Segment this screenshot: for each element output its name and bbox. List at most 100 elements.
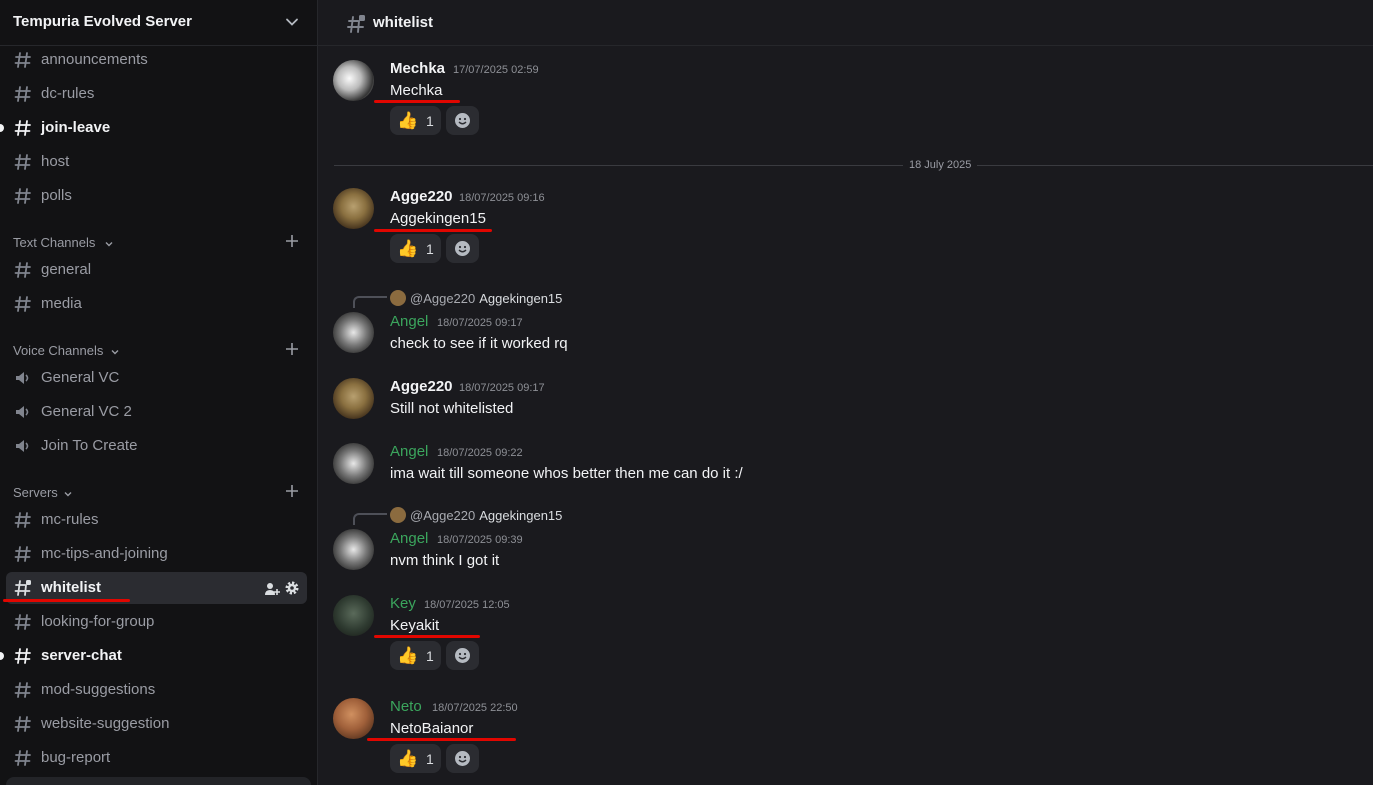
message-text: Still not whitelisted <box>390 400 514 417</box>
thumbs-up-icon: 👍 <box>397 111 419 130</box>
channel-label: host <box>41 153 70 170</box>
channel-label: General VC 2 <box>41 403 132 420</box>
message-author[interactable]: Neto <box>390 698 422 715</box>
message-text: Aggekingen15 <box>390 210 486 227</box>
reaction-thumbs-up[interactable]: 👍 1 <box>390 106 441 135</box>
channel-label: mc-tips-and-joining <box>41 545 168 562</box>
voice-channel-join-to-create[interactable]: Join To Create <box>6 430 307 462</box>
message-author[interactable]: Key <box>390 595 416 612</box>
message-text: check to see if it worked rq <box>390 335 568 352</box>
chevron-down-icon[interactable] <box>285 15 299 29</box>
avatar[interactable] <box>333 443 374 484</box>
channel-label: Join To Create <box>41 437 138 454</box>
category-voice-channels[interactable]: Voice Channels <box>13 343 303 361</box>
add-member-icon[interactable] <box>264 581 280 597</box>
mini-avatar <box>390 507 406 523</box>
message-timestamp: 18/07/2025 09:22 <box>437 447 523 459</box>
unread-indicator <box>0 652 4 660</box>
thumbs-up-icon: 👍 <box>397 239 419 258</box>
channel-mod-suggestions[interactable]: mod-suggestions <box>6 674 307 706</box>
gear-icon[interactable] <box>284 580 300 596</box>
message-text: nvm think I got it <box>390 552 500 569</box>
avatar[interactable] <box>333 378 374 419</box>
message-author[interactable]: Agge220 <box>390 188 453 205</box>
hash-lock-icon <box>347 15 365 33</box>
plus-icon[interactable] <box>285 484 299 498</box>
message-timestamp: 18/07/2025 09:17 <box>459 382 545 394</box>
annotation-underline <box>374 100 460 103</box>
channel-label: looking-for-group <box>41 613 155 630</box>
channel-looking-for-group[interactable]: looking-for-group <box>6 606 307 638</box>
unread-indicator <box>0 124 4 132</box>
channel-label: announcements <box>41 51 148 68</box>
smiley-icon <box>455 113 470 128</box>
add-reaction-button[interactable] <box>446 234 479 263</box>
channel-media[interactable]: media <box>6 288 307 320</box>
add-reaction-button[interactable] <box>446 106 479 135</box>
add-reaction-button[interactable] <box>446 744 479 773</box>
avatar[interactable] <box>333 60 374 101</box>
channel-website-suggestion[interactable]: website-suggestion <box>6 708 307 740</box>
message-timestamp: 18/07/2025 09:39 <box>437 534 523 546</box>
channel-join-leave[interactable]: join-leave <box>0 112 307 144</box>
message-author[interactable]: Angel <box>390 313 428 330</box>
hash-icon <box>14 296 31 312</box>
smiley-icon <box>455 241 470 256</box>
hash-icon <box>14 86 31 102</box>
channel-dc-rules[interactable]: dc-rules <box>6 78 307 110</box>
voice-channel-general-vc-2[interactable]: General VC 2 <box>6 396 307 428</box>
message-author[interactable]: Agge220 <box>390 378 453 395</box>
add-reaction-button[interactable] <box>446 641 479 670</box>
channel-mc-rules[interactable]: mc-rules <box>6 504 307 536</box>
plus-icon[interactable] <box>285 342 299 356</box>
chevron-down-icon <box>64 492 72 497</box>
hash-icon <box>14 120 31 136</box>
plus-icon[interactable] <box>285 234 299 248</box>
channel-polls[interactable]: polls <box>6 180 307 212</box>
channel-mc-tips-and-joining[interactable]: mc-tips-and-joining <box>6 538 307 570</box>
channel-header: whitelist <box>318 0 1373 46</box>
avatar[interactable] <box>333 529 374 570</box>
reaction-thumbs-up[interactable]: 👍 1 <box>390 234 441 263</box>
channel-label: mc-rules <box>41 511 99 528</box>
channel-label: media <box>41 295 82 312</box>
chevron-down-icon <box>111 350 119 355</box>
channel-general[interactable]: general <box>6 254 307 286</box>
channel-sidebar: Tempuria Evolved Server announcements dc… <box>0 0 318 785</box>
category-text-channels[interactable]: Text Channels <box>13 235 303 253</box>
annotation-underline <box>367 738 516 741</box>
category-servers[interactable]: Servers <box>13 485 303 503</box>
message-author[interactable]: Mechka <box>390 60 445 77</box>
reply-preview[interactable]: @Agge220 Aggekingen15 <box>390 290 562 306</box>
reaction-thumbs-up[interactable]: 👍 1 <box>390 744 441 773</box>
message-author[interactable]: Angel <box>390 530 428 547</box>
channel-host[interactable]: host <box>6 146 307 178</box>
channel-bug-report[interactable]: bug-report <box>6 742 307 774</box>
mini-avatar <box>390 290 406 306</box>
channel-label: website-suggestion <box>41 715 170 732</box>
channel-announcements[interactable]: announcements <box>6 44 307 76</box>
avatar[interactable] <box>333 188 374 229</box>
speaker-locked-icon <box>16 440 29 452</box>
user-panel <box>6 777 311 785</box>
hash-icon <box>14 52 31 68</box>
reaction-count: 1 <box>426 751 434 767</box>
speaker-locked-icon <box>16 372 29 384</box>
message-timestamp: 18/07/2025 22:50 <box>432 702 518 714</box>
server-header[interactable]: Tempuria Evolved Server <box>0 0 317 46</box>
channel-label: general <box>41 261 92 278</box>
message-timestamp: 18/07/2025 12:05 <box>424 599 510 611</box>
smiley-icon <box>455 751 470 766</box>
avatar[interactable] <box>333 595 374 636</box>
avatar[interactable] <box>333 312 374 353</box>
message-timestamp: 18/07/2025 09:17 <box>437 317 523 329</box>
hash-icon <box>14 188 31 204</box>
message-author[interactable]: Angel <box>390 443 428 460</box>
avatar[interactable] <box>333 698 374 739</box>
voice-channel-general-vc[interactable]: General VC <box>6 362 307 394</box>
channel-label: join-leave <box>41 119 111 136</box>
reaction-thumbs-up[interactable]: 👍 1 <box>390 641 441 670</box>
reply-preview[interactable]: @Agge220 Aggekingen15 <box>390 507 562 523</box>
channel-server-chat[interactable]: server-chat <box>0 640 307 672</box>
message-timestamp: 17/07/2025 02:59 <box>453 64 539 76</box>
